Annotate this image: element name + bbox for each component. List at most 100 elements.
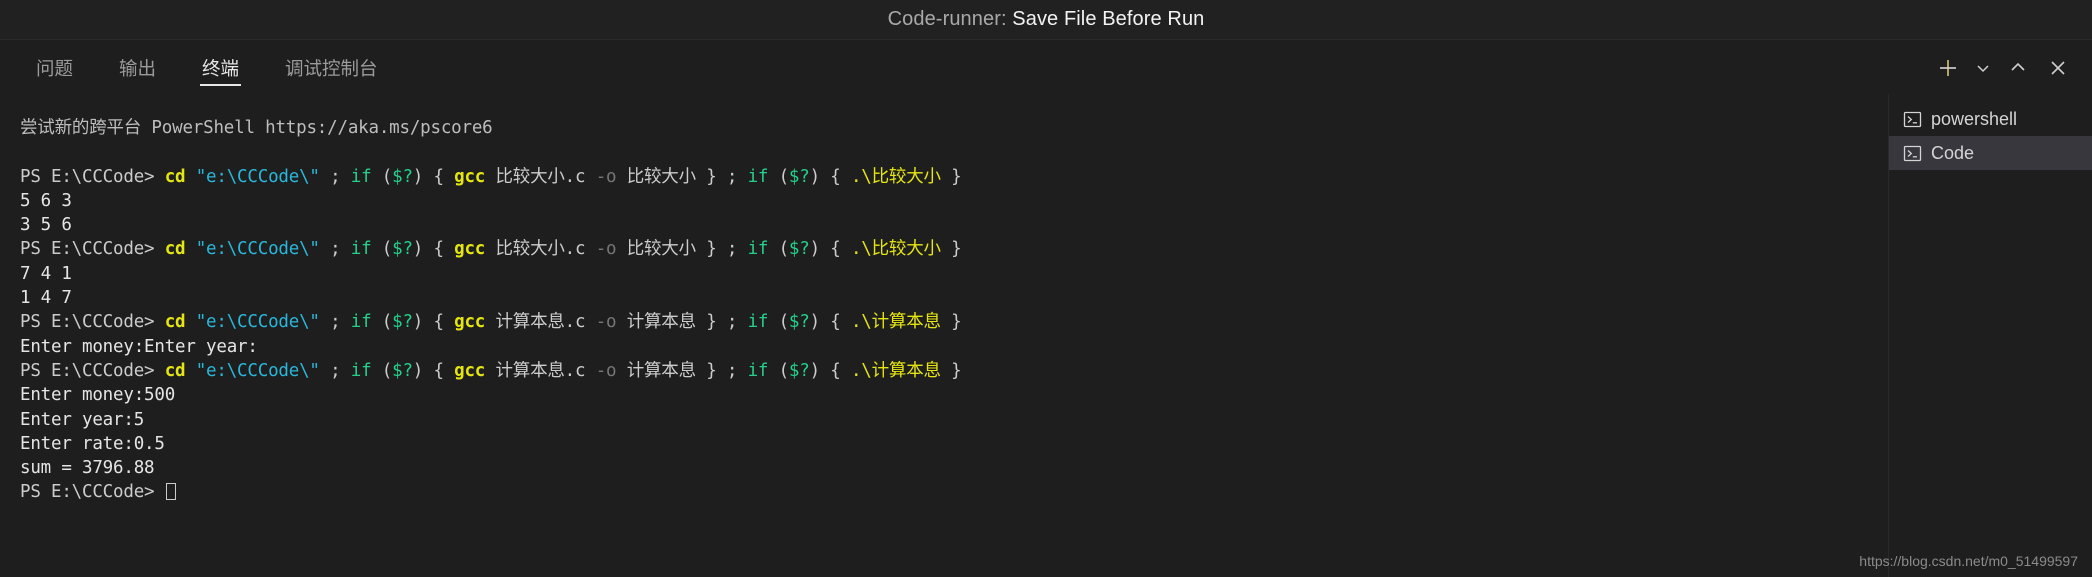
terminal-segment: ( xyxy=(768,239,790,260)
vscode-panel-window: Code-runner: Save File Before Run 问题 输出 … xyxy=(0,0,2092,577)
terminal-segment: cd xyxy=(164,239,186,260)
new-terminal-button[interactable] xyxy=(1930,50,1966,86)
terminal-segment: Enter money:Enter year: xyxy=(20,336,258,357)
terminal-segment: $? xyxy=(788,239,810,260)
terminal-segment: } xyxy=(940,239,962,260)
terminal-segment: ; xyxy=(319,166,351,187)
terminal-segment: ( xyxy=(371,239,393,260)
terminal-segment: PS E:\CCCode> xyxy=(20,239,165,260)
terminal-line-prompt-last: PS E:\CCCode> xyxy=(20,480,1888,504)
tab-output[interactable]: 输出 xyxy=(105,41,170,94)
terminal-segment: $? xyxy=(392,239,413,260)
terminal-segment: ) { xyxy=(809,312,851,333)
tab-problems-label: 问题 xyxy=(36,57,74,79)
terminal-segment: "e:\CCCode\" xyxy=(195,239,320,260)
terminal-segment: 3 5 6 xyxy=(20,215,72,236)
terminal-line-out-8: Enter rate:0.5 xyxy=(20,432,1888,456)
terminal-segment xyxy=(185,167,195,187)
tab-output-label: 输出 xyxy=(119,57,157,79)
terminal-segment: if xyxy=(350,239,372,260)
terminal-segment: cd xyxy=(164,166,186,187)
terminal-segment: 比较大小.c xyxy=(485,239,596,260)
terminal-line-out-7: Enter year:5 xyxy=(20,408,1888,432)
panel-actions xyxy=(1930,41,2076,94)
terminal-segment: if xyxy=(350,312,372,333)
terminal-segment: 5 6 3 xyxy=(20,190,72,211)
terminal-line-out-3: 7 4 1 xyxy=(20,262,1888,286)
close-panel-button[interactable] xyxy=(2040,50,2076,86)
terminal-segment: -o xyxy=(595,166,617,187)
terminal-segment: "e:\CCCode\" xyxy=(195,312,320,333)
terminal-line-cmd-3: PS E:\CCCode> cd "e:\CCCode\" ; if ($?) … xyxy=(20,310,1888,334)
window-title: Code-runner: Save File Before Run xyxy=(888,8,1205,31)
terminal-segment: sum = 3796.88 xyxy=(20,458,155,479)
terminal-segment: 计算本息 } ; xyxy=(616,312,748,333)
terminal-line-out-4: 1 4 7 xyxy=(20,286,1888,310)
terminal-segment: ( xyxy=(371,166,393,187)
tab-debug-console[interactable]: 调试控制台 xyxy=(271,41,392,94)
terminal-segment: PS E:\CCCode> xyxy=(20,312,165,333)
terminal-segment: if xyxy=(747,166,769,187)
terminal-segment: if xyxy=(747,312,769,333)
terminal-line-cmd-1: PS E:\CCCode> cd "e:\CCCode\" ; if ($?) … xyxy=(20,165,1888,189)
terminal-segment: ( xyxy=(768,360,790,381)
terminal-icon xyxy=(1903,144,1922,163)
tab-problems[interactable]: 问题 xyxy=(22,41,87,94)
terminal-dropdown-button[interactable] xyxy=(1970,50,1996,86)
terminal-segment: Enter money:500 xyxy=(20,385,176,406)
terminal-segment: $? xyxy=(392,166,413,187)
terminal-segment: $? xyxy=(392,312,413,333)
terminal-segment: $? xyxy=(788,166,810,187)
terminal-segment: 计算本息.c xyxy=(485,360,596,381)
terminal-segment: 比较大小 } ; xyxy=(616,166,748,187)
terminal-segment: -o xyxy=(595,239,617,260)
terminal-segment: PS E:\CCCode> xyxy=(20,360,165,381)
terminal-segment xyxy=(185,312,195,332)
terminal-segment: -o xyxy=(595,360,617,381)
chevron-up-icon xyxy=(2009,59,2027,77)
terminal-segment: ) { xyxy=(412,166,455,187)
terminal-segment: .\计算本息 xyxy=(850,312,941,333)
terminal-segment: ( xyxy=(768,312,790,333)
terminal-segment: -o xyxy=(595,312,617,333)
tab-debug-console-label: 调试控制台 xyxy=(285,57,378,79)
terminal-line-out-6: Enter money:500 xyxy=(20,383,1888,407)
panel-tab-strip: 问题 输出 终端 调试控制台 xyxy=(0,41,2092,94)
close-icon xyxy=(2048,58,2068,78)
terminal-cursor xyxy=(165,483,176,501)
tab-terminal-label: 终端 xyxy=(202,57,240,79)
terminal-segment: ( xyxy=(371,312,393,333)
terminal-segment: $? xyxy=(788,312,810,333)
terminal-segment: gcc xyxy=(454,166,486,187)
terminal-segment: gcc xyxy=(454,312,486,333)
plus-icon xyxy=(1937,57,1959,79)
terminal-segment xyxy=(185,361,195,381)
terminal-segment: ) { xyxy=(412,360,455,381)
terminal-output[interactable]: 尝试新的跨平台 PowerShell https://aka.ms/pscore… xyxy=(0,94,1888,577)
terminal-list-item-powershell[interactable]: powershell xyxy=(1889,102,2092,136)
window-title-main: Save File Before Run xyxy=(1012,8,1205,30)
terminal-segment: if xyxy=(747,239,769,260)
terminal-segment: ) { xyxy=(809,166,851,187)
terminal-instance-list: powershell Code xyxy=(1888,94,2092,577)
terminal-line-banner: 尝试新的跨平台 PowerShell https://aka.ms/pscore… xyxy=(20,116,1888,140)
terminal-line-blank-1 xyxy=(20,140,1888,164)
terminal-segment: "e:\CCCode\" xyxy=(195,360,320,381)
terminal-segment: if xyxy=(350,360,372,381)
terminal-icon xyxy=(1903,110,1922,129)
terminal-line-out-1: 5 6 3 xyxy=(20,189,1888,213)
window-title-prefix: Code-runner: xyxy=(887,8,1013,30)
terminal-segment: ; xyxy=(319,239,351,260)
terminal-segment: ) { xyxy=(809,360,851,381)
tab-terminal[interactable]: 终端 xyxy=(188,41,253,94)
terminal-segment: ) { xyxy=(412,239,455,260)
terminal-segment: 比较大小.c xyxy=(485,166,596,187)
terminal-segment: .\计算本息 xyxy=(850,360,941,381)
maximize-panel-button[interactable] xyxy=(2000,50,2036,86)
terminal-segment: "e:\CCCode\" xyxy=(195,166,320,187)
terminal-list-item-code[interactable]: Code xyxy=(1889,136,2092,170)
terminal-segment: $? xyxy=(788,360,810,381)
terminal-segment: ( xyxy=(768,166,790,187)
terminal-segment: $? xyxy=(392,360,413,381)
terminal-segment: .\比较大小 xyxy=(850,166,941,187)
